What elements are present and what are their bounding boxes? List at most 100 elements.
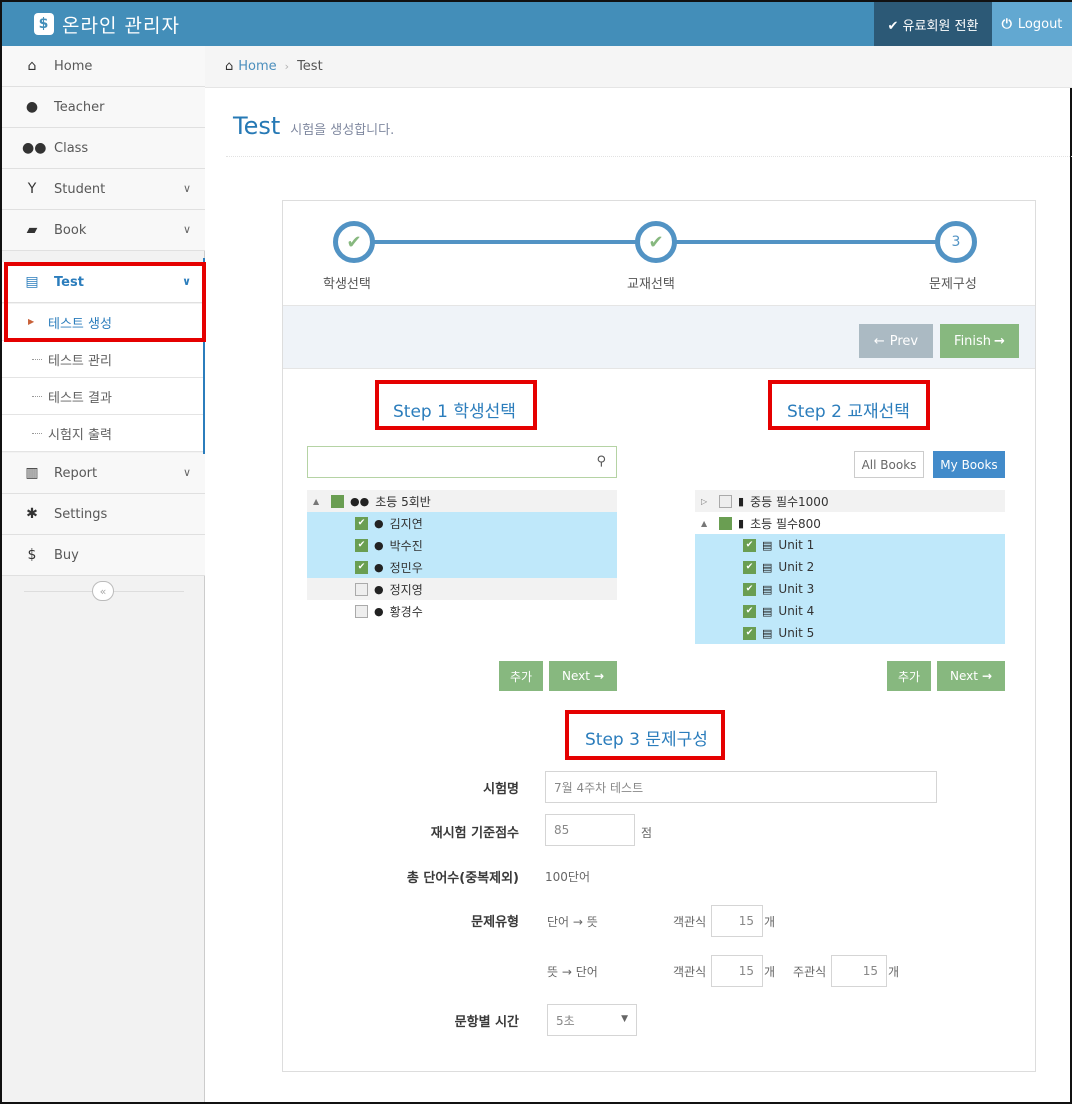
tree-book-row[interactable]: ▲ ▮ 초등 필수800: [695, 512, 1005, 534]
sidebar-item-book[interactable]: ▰ Book ∨: [2, 210, 205, 251]
chevron-down-icon: ∨: [182, 466, 191, 479]
group-icon: ●●: [350, 494, 370, 508]
collapse-sidebar-icon[interactable]: «: [92, 581, 114, 601]
page-subtitle: 시험을 생성합니다.: [290, 123, 395, 138]
sidebar-item-report[interactable]: ▥ Report ∨: [2, 453, 205, 494]
premium-upgrade-button[interactable]: ✔ 유료회원 전환: [874, 2, 992, 46]
book-add-button[interactable]: 추가: [887, 661, 931, 691]
time-per-question-select[interactable]: 5초 ▼: [547, 1004, 637, 1036]
page-header: Test 시험을 생성합니다.: [233, 112, 394, 142]
gear-icon: ✱: [26, 506, 38, 522]
checkbox-checked[interactable]: ✔: [355, 538, 368, 552]
tree-unit-row[interactable]: ✔ ▤ Unit 1: [695, 534, 1005, 556]
check-icon: ✔: [346, 231, 362, 253]
count-unit: 개: [888, 965, 900, 979]
sidebar-subitem-print-sheet[interactable]: 시험지 출력: [2, 415, 205, 452]
test-name-label: 시험명: [483, 782, 519, 797]
checkbox-checked[interactable]: ✔: [355, 560, 368, 574]
user-icon: ●: [374, 560, 384, 574]
tab-all-books[interactable]: All Books: [854, 451, 924, 478]
sidebar-item-buy[interactable]: $ Buy: [2, 535, 205, 576]
tree-student-row[interactable]: ✔ ● 정민우: [307, 556, 617, 578]
student-search-input[interactable]: ⚲: [307, 446, 617, 478]
tree-student-row[interactable]: ✔ ● 김지연: [307, 512, 617, 534]
arrow-right-icon: →: [593, 669, 605, 683]
tree-unit-row[interactable]: ✔ ▤ Unit 4: [695, 600, 1005, 622]
checkbox-checked[interactable]: ✔: [355, 516, 368, 530]
checkbox-unchecked[interactable]: [355, 582, 368, 596]
student-name: 박수진: [389, 538, 423, 553]
sidebar-item-student[interactable]: Y Student ∨: [2, 169, 205, 210]
finish-button[interactable]: Finish →: [940, 324, 1019, 358]
type2-subjective-count-input[interactable]: 15: [831, 955, 887, 987]
unit-name: Unit 2: [778, 560, 815, 574]
checkbox-partial[interactable]: [331, 494, 344, 508]
checkbox-checked[interactable]: ✔: [743, 560, 756, 574]
user-icon: ●: [25, 99, 39, 115]
type1-objective-count-input[interactable]: 15: [711, 905, 763, 937]
user-icon: ●: [374, 582, 384, 596]
test-name-input[interactable]: 7월 4주차 테스트: [545, 771, 937, 803]
checkbox-partial[interactable]: [719, 516, 732, 530]
unit-name: Unit 3: [778, 582, 815, 596]
tree-group-row[interactable]: ▲ ●● 초등 5회반: [307, 490, 617, 512]
sidebar-subitem-test-results[interactable]: 테스트 결과: [2, 378, 205, 415]
checkbox-checked[interactable]: ✔: [743, 538, 756, 552]
highlight-box-step3: [565, 710, 725, 760]
checkbox-checked[interactable]: ✔: [743, 604, 756, 618]
tree-book-row[interactable]: ▷ ▮ 중등 필수1000: [695, 490, 1005, 512]
checkbox-unchecked[interactable]: [355, 604, 368, 618]
document-icon: ▤: [762, 538, 773, 552]
user-icon: ●: [374, 516, 384, 530]
sidebar-item-label: Settings: [54, 506, 108, 522]
sidebar-item-home[interactable]: ⌂ Home: [2, 46, 205, 87]
objective-label: 객관식: [673, 965, 707, 979]
tree-student-row[interactable]: ● 황경수: [307, 600, 617, 622]
sidebar-item-settings[interactable]: ✱ Settings: [2, 494, 205, 535]
tree-unit-row[interactable]: ✔ ▤ Unit 5: [695, 622, 1005, 644]
power-icon: ⏻: [1001, 16, 1012, 32]
sidebar-item-label: Report: [54, 465, 98, 481]
type2-objective-count-input[interactable]: 15: [711, 955, 763, 987]
tree-student-row[interactable]: ● 정지영: [307, 578, 617, 600]
retest-score-label: 재시험 기준점수: [430, 826, 519, 841]
tree-group-label: 초등 5회반: [375, 494, 431, 509]
top-navbar: $ 온라인 관리자 ✔ 유료회원 전환 ⏻ Logout: [2, 2, 1072, 46]
tree-unit-row[interactable]: ✔ ▤ Unit 3: [695, 578, 1005, 600]
student-name: 김지연: [389, 516, 423, 531]
logout-label: Logout: [1017, 16, 1063, 32]
tree-dash: [32, 433, 42, 434]
book-icon: ▮: [738, 494, 745, 508]
next-label: Next: [561, 669, 590, 683]
student-add-button[interactable]: 추가: [499, 661, 543, 691]
tree-unit-row[interactable]: ✔ ▤ Unit 2: [695, 556, 1005, 578]
chevron-down-icon: ∨: [182, 223, 191, 236]
logout-button[interactable]: ⏻ Logout: [992, 2, 1072, 46]
checkbox-checked[interactable]: ✔: [743, 582, 756, 596]
student-next-button[interactable]: Next →: [549, 661, 617, 691]
tree-student-row[interactable]: ✔ ● 박수진: [307, 534, 617, 556]
sidebar-subitem-test-manage[interactable]: 테스트 관리: [2, 341, 205, 378]
sidebar-item-label: Book: [54, 222, 87, 238]
checkbox-unchecked[interactable]: [719, 494, 732, 508]
checkbox-checked[interactable]: ✔: [743, 626, 756, 640]
book-name: 초등 필수800: [750, 516, 821, 531]
arrow-right-icon: →: [981, 669, 993, 683]
home-icon: ⌂: [225, 59, 234, 74]
retest-score-input[interactable]: 85: [545, 814, 635, 846]
type2-label: 뜻 → 단어: [547, 965, 598, 979]
wizard-step-1: ✔: [333, 221, 375, 263]
subjective-label: 주관식: [793, 965, 827, 979]
sidebar-subitem-label: 테스트 관리: [48, 353, 112, 369]
wizard-step-2: ✔: [635, 221, 677, 263]
prev-button[interactable]: ← Prev: [859, 324, 933, 358]
breadcrumb-separator: ›: [284, 60, 290, 73]
book-next-button[interactable]: Next →: [937, 661, 1005, 691]
sidebar-collapse: «: [2, 576, 205, 608]
tab-my-books[interactable]: My Books: [933, 451, 1005, 478]
brand[interactable]: $ 온라인 관리자: [34, 9, 180, 39]
document-icon: ▤: [762, 626, 773, 640]
sidebar-item-class[interactable]: ●● Class: [2, 128, 205, 169]
breadcrumb-home-link[interactable]: Home: [238, 59, 276, 74]
sidebar-item-teacher[interactable]: ● Teacher: [2, 87, 205, 128]
